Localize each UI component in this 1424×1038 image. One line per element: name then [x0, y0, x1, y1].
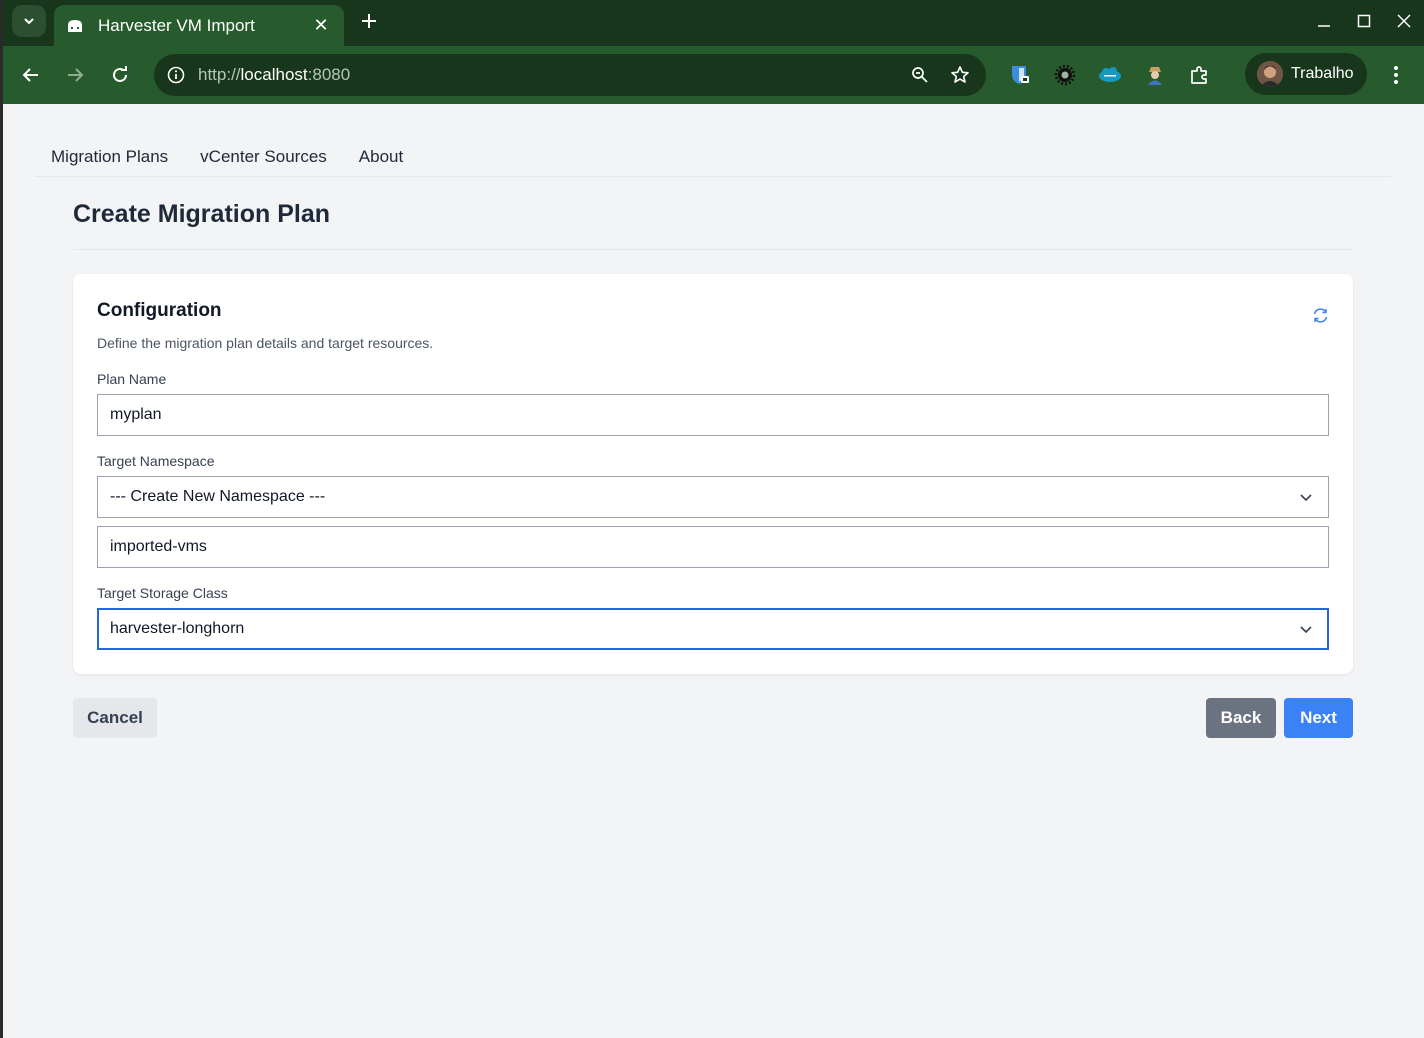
spy-extension-icon[interactable] [1141, 61, 1169, 89]
salesforce-extension-icon[interactable] [1096, 61, 1124, 89]
reload-icon [113, 66, 127, 82]
bitwarden-extension-icon[interactable] [1006, 61, 1034, 89]
browser-toolbar: http://localhost:8080 Trabalho [0, 46, 1424, 104]
chevron-down-icon [1298, 621, 1314, 637]
minimize-button[interactable] [1304, 0, 1344, 42]
desktop-edge [0, 0, 3, 1038]
window-close-button[interactable] [1384, 0, 1424, 42]
card-title: Configuration [97, 300, 222, 321]
browser-tabbar: Harvester VM Import ✕ [0, 0, 1424, 46]
main-nav: Migration Plans vCenter Sources About [35, 136, 1391, 177]
target-namespace-select[interactable]: --- Create New Namespace --- [97, 476, 1329, 518]
chevron-down-icon [24, 18, 34, 25]
address-bar[interactable]: http://localhost:8080 [154, 54, 986, 96]
browser-menu-button[interactable] [1382, 61, 1410, 89]
tab-search-button[interactable] [12, 5, 46, 37]
reload-button[interactable] [104, 59, 136, 91]
browser-tab-active[interactable]: Harvester VM Import ✕ [54, 5, 344, 46]
plan-name-label: Plan Name [97, 371, 167, 387]
namespace-selected-value: --- Create New Namespace --- [110, 488, 326, 505]
page-content: Migration Plans vCenter Sources About Cr… [3, 104, 1424, 1038]
arrow-right-icon [68, 68, 84, 82]
harvester-favicon-icon [66, 17, 84, 35]
more-vertical-icon [1394, 66, 1398, 84]
maximize-button[interactable] [1344, 0, 1384, 42]
nav-about[interactable]: About [343, 136, 419, 176]
plan-name-value: myplan [110, 406, 162, 423]
site-info-icon[interactable] [166, 65, 186, 85]
card-description: Define the migration plan details and ta… [97, 335, 434, 351]
storage-selected-value: harvester-longhorn [110, 620, 245, 637]
minimize-icon [1318, 25, 1330, 27]
plus-icon [362, 14, 376, 28]
forward-nav-button[interactable] [59, 59, 91, 91]
bookmark-star-icon[interactable] [946, 61, 974, 89]
refresh-icon[interactable] [1310, 305, 1330, 325]
url-port: :8080 [307, 65, 351, 84]
new-namespace-input[interactable]: imported-vms [97, 526, 1329, 568]
gear-extension-icon[interactable] [1051, 61, 1079, 89]
configuration-card: Configuration Define the migration plan … [73, 274, 1353, 674]
nav-vcenter-sources[interactable]: vCenter Sources [184, 136, 343, 176]
back-nav-button[interactable] [15, 59, 47, 91]
title-divider [73, 249, 1353, 250]
new-namespace-value: imported-vms [110, 538, 207, 555]
target-storage-class-select[interactable]: harvester-longhorn [97, 608, 1329, 650]
target-namespace-label: Target Namespace [97, 453, 215, 469]
nav-migration-plans[interactable]: Migration Plans [35, 136, 184, 176]
zoom-icon[interactable] [906, 61, 934, 89]
profile-name: Trabalho [1291, 65, 1354, 82]
close-icon[interactable]: ✕ [310, 15, 332, 36]
next-button[interactable]: Next [1284, 698, 1353, 738]
target-storage-class-label: Target Storage Class [97, 585, 228, 601]
extensions-puzzle-icon[interactable] [1186, 61, 1214, 89]
arrow-left-icon [22, 68, 38, 82]
cancel-button[interactable]: Cancel [73, 698, 157, 738]
url-scheme: http:// [198, 65, 241, 84]
back-button[interactable]: Back [1206, 698, 1276, 738]
avatar [1257, 61, 1283, 87]
profile-button[interactable]: Trabalho [1245, 53, 1367, 95]
close-icon [1397, 14, 1411, 28]
tab-title: Harvester VM Import [98, 15, 255, 35]
window-controls [1304, 0, 1424, 42]
url-host: localhost [240, 65, 308, 84]
plan-name-input[interactable]: myplan [97, 394, 1329, 436]
page-title: Create Migration Plan [73, 200, 330, 228]
maximize-icon [1357, 14, 1371, 28]
chevron-down-icon [1298, 489, 1314, 505]
new-tab-button[interactable] [356, 8, 382, 34]
url-text[interactable]: http://localhost:8080 [198, 65, 894, 85]
